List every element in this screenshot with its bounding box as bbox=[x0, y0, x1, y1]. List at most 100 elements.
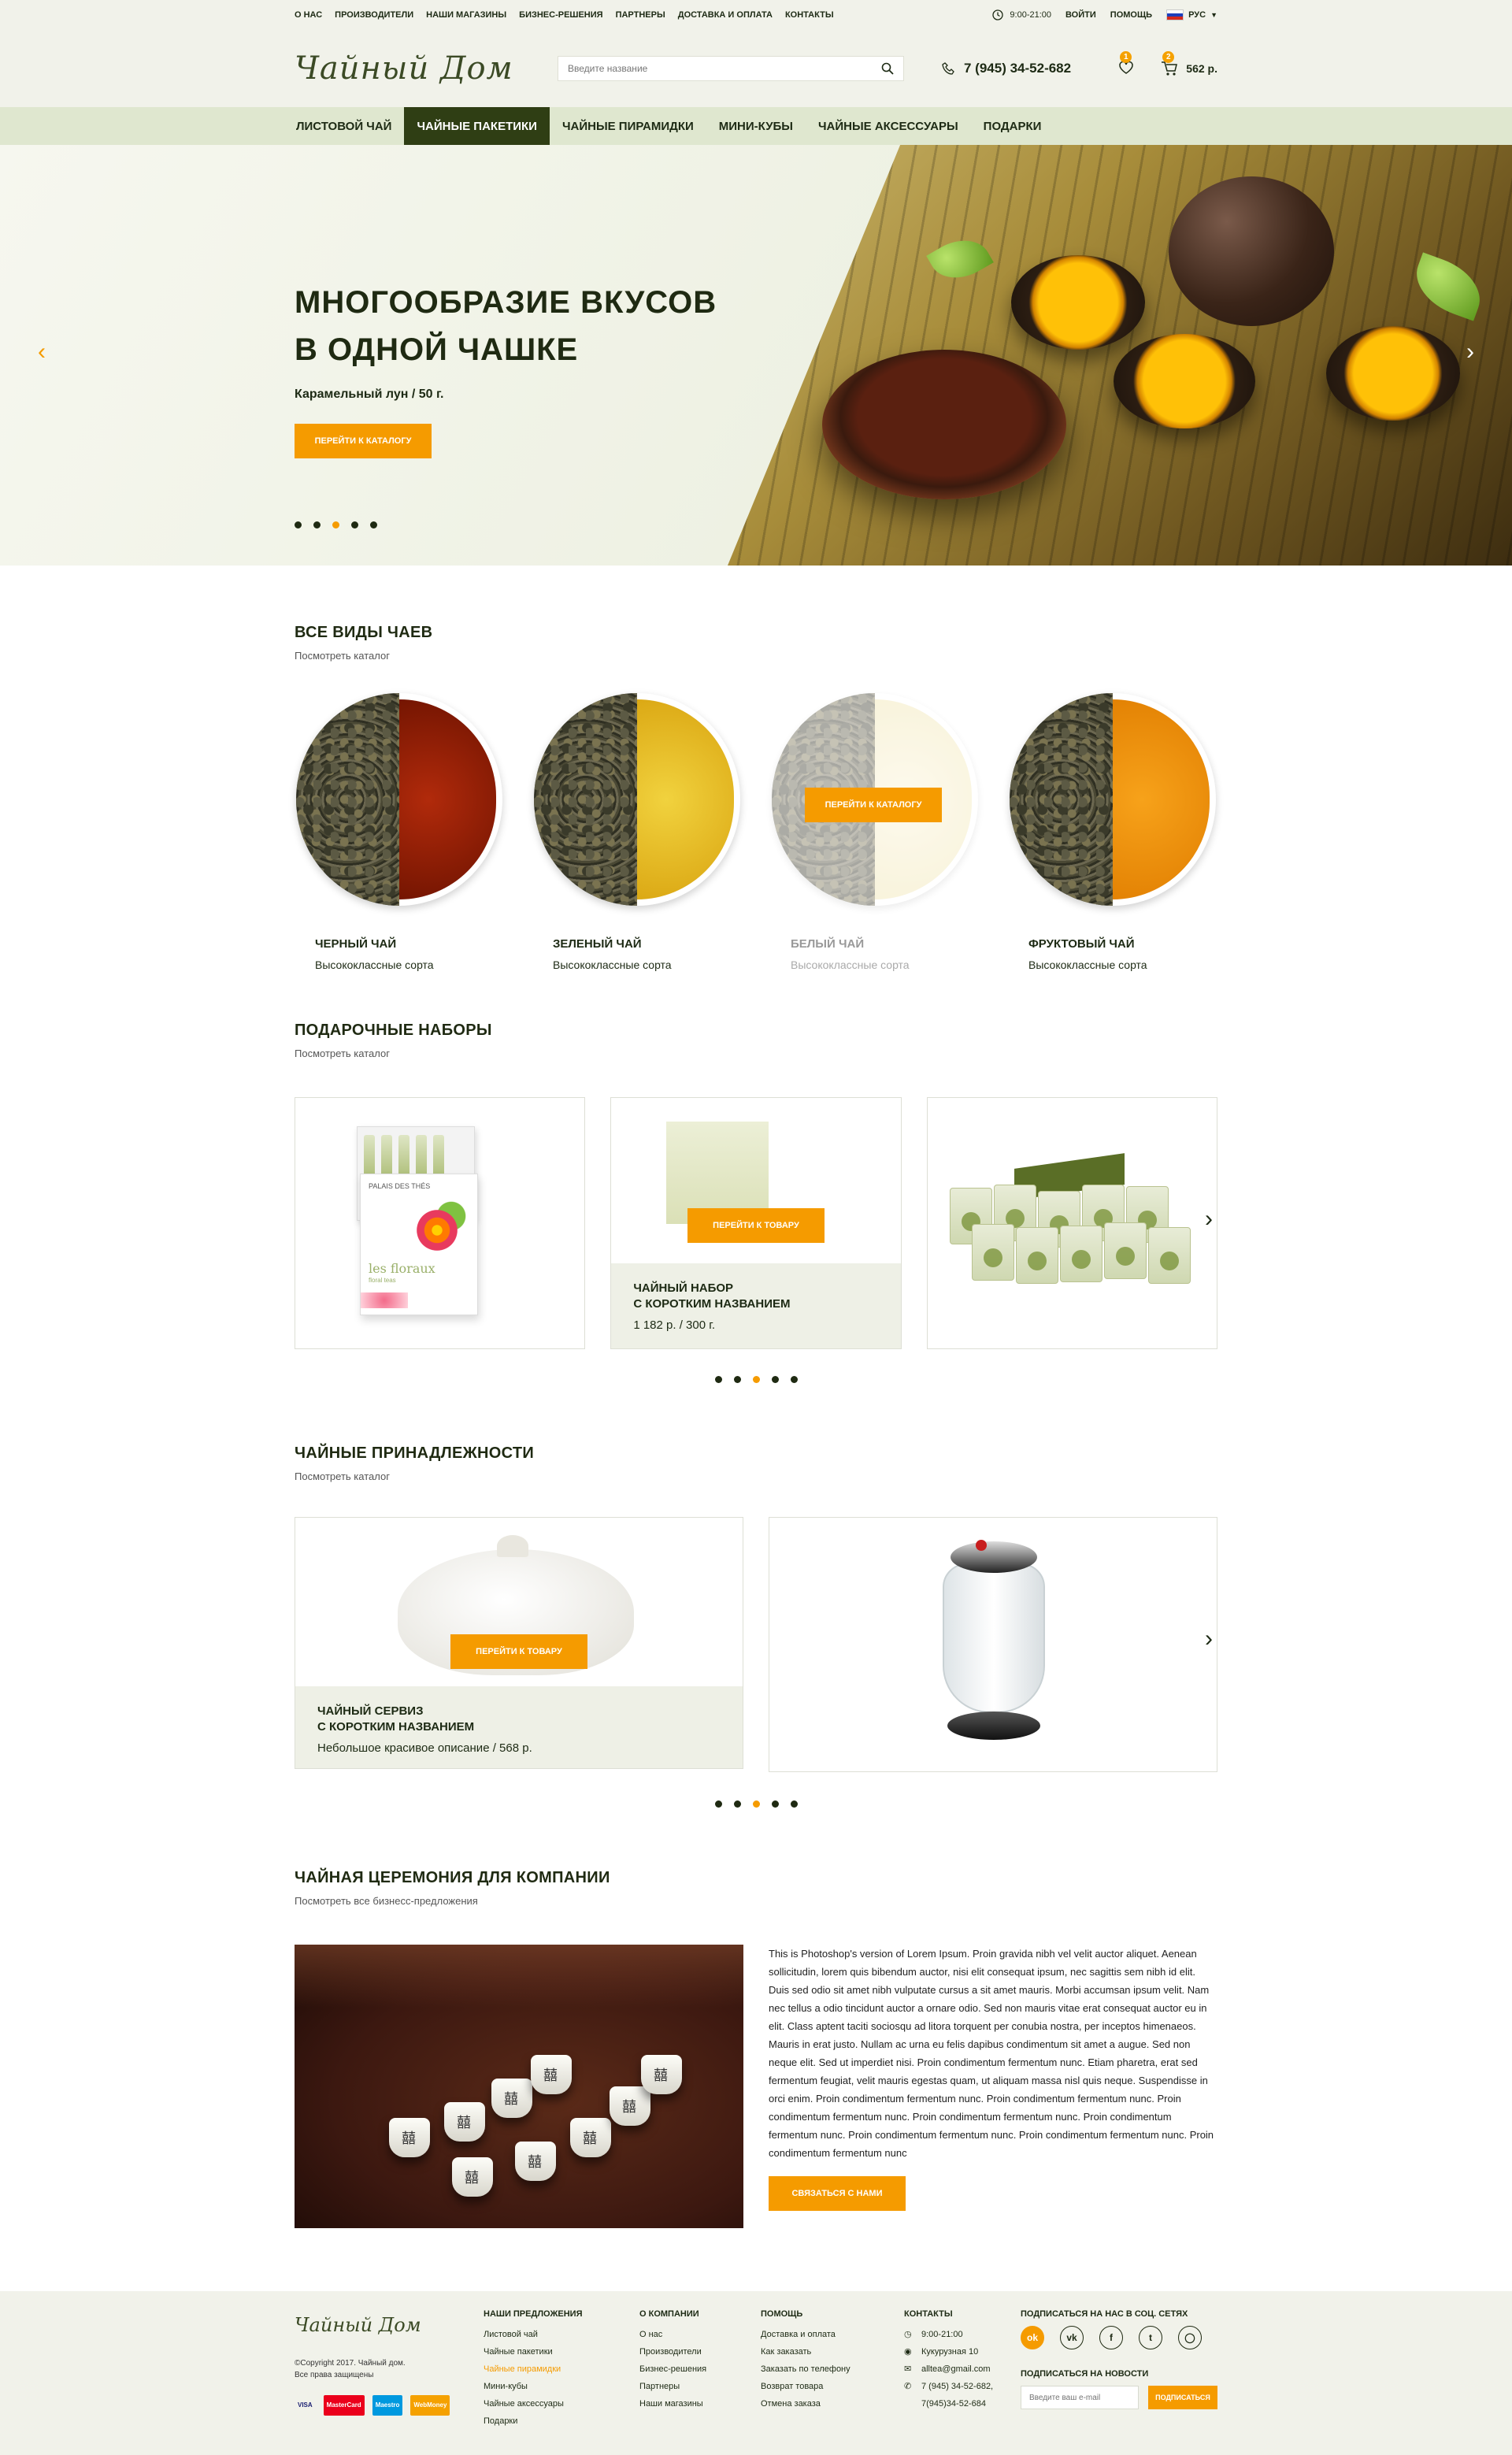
footer-link[interactable]: О нас bbox=[639, 2326, 761, 2343]
slider-dot[interactable] bbox=[733, 1376, 741, 1383]
top-link-contacts[interactable]: КОНТАКТЫ bbox=[785, 10, 834, 20]
vk-icon[interactable]: vk bbox=[1060, 2326, 1084, 2349]
footer-link[interactable]: Подарки bbox=[484, 2412, 639, 2430]
odnoklassniki-icon[interactable]: ok bbox=[1021, 2326, 1044, 2349]
top-link-business[interactable]: БИЗНЕС-РЕШЕНИЯ bbox=[519, 10, 602, 20]
gift-card[interactable]: PALAIS DES THÉS les floraux floral teas bbox=[295, 1097, 586, 1349]
hero-next-arrow-icon[interactable]: › bbox=[1466, 340, 1474, 364]
accessories-next-arrow-icon[interactable]: › bbox=[1205, 1627, 1213, 1651]
box-brand: PALAIS DES THÉS bbox=[369, 1182, 431, 1190]
top-link-partners[interactable]: ПАРТНЕРЫ bbox=[616, 10, 665, 20]
gift-card-featured[interactable]: ПЕРЕЙТИ К ТОВАРУ ЧАЙНЫЙ НАБОР С КОРОТКИМ… bbox=[610, 1097, 902, 1349]
nav-item-tea-bags[interactable]: ЧАЙНЫЕ ПАКЕТИКИ bbox=[404, 107, 550, 145]
nav-item-pyramids[interactable]: ЧАЙНЫЕ ПИРАМИДКИ bbox=[550, 107, 706, 145]
tea-name: ЧЕРНЫЙ ЧАЙ bbox=[315, 937, 397, 951]
section-title: ЧАЙНЫЕ ПРИНАДЛЕЖНОСТИ bbox=[295, 1444, 535, 1462]
tea-catalog-button[interactable]: ПЕРЕЙТИ К КАТАЛОГУ bbox=[805, 788, 942, 822]
contact-email[interactable]: alltea@gmail.com bbox=[921, 2360, 991, 2378]
slider-dot[interactable] bbox=[733, 1800, 741, 1808]
footer-link[interactable]: Мини-кубы bbox=[484, 2378, 639, 2395]
twitter-icon[interactable]: t bbox=[1139, 2326, 1162, 2349]
tea-package bbox=[1103, 1222, 1147, 1279]
slider-dot[interactable] bbox=[714, 1800, 722, 1808]
slider-dot[interactable] bbox=[370, 521, 377, 528]
slider-dot[interactable] bbox=[295, 521, 302, 528]
section-title: ВСЕ ВИДЫ ЧАЕВ bbox=[295, 624, 433, 641]
slider-dot[interactable] bbox=[714, 1376, 722, 1383]
facebook-icon[interactable]: f bbox=[1099, 2326, 1123, 2349]
hero-catalog-button[interactable]: ПЕРЕЙТИ К КАТАЛОГУ bbox=[295, 424, 432, 458]
wishlist-button[interactable]: 1 bbox=[1118, 51, 1134, 76]
top-link-producers[interactable]: ПРОИЗВОДИТЕЛИ bbox=[335, 10, 413, 20]
footer-link[interactable]: Наши магазины bbox=[639, 2395, 761, 2412]
nav-item-accessories[interactable]: ЧАЙНЫЕ АКСЕССУАРЫ bbox=[806, 107, 971, 145]
contact-phone1[interactable]: 7 (945) 34-52-682, bbox=[921, 2382, 993, 2391]
footer-link[interactable]: Доставка и оплата bbox=[761, 2326, 904, 2343]
gift-price: 1 182 р. / 300 г. bbox=[633, 1318, 716, 1332]
search-icon[interactable] bbox=[881, 62, 894, 75]
slider-dot-active[interactable] bbox=[752, 1376, 760, 1383]
header-phone[interactable]: 7 (945) 34-52-682 bbox=[942, 61, 1071, 76]
slider-dot[interactable] bbox=[771, 1376, 779, 1383]
footer-link[interactable]: Возврат товара bbox=[761, 2378, 904, 2395]
tea-card-green[interactable]: ЗЕЛЕНЫЙ ЧАЙ Высококлассные сорта bbox=[532, 693, 745, 971]
accessory-card[interactable] bbox=[769, 1517, 1217, 1772]
footer-link[interactable]: Отмена заказа bbox=[761, 2395, 904, 2412]
footer-link[interactable]: Как заказать bbox=[761, 2343, 904, 2360]
site-logo[interactable]: Чайный Дом bbox=[295, 50, 558, 87]
footer-link[interactable]: Заказать по телефону bbox=[761, 2360, 904, 2378]
catalog-link[interactable]: Посмотреть каталог bbox=[295, 650, 1217, 662]
slider-dot[interactable] bbox=[313, 521, 321, 528]
top-link-delivery[interactable]: ДОСТАВКА И ОПЛАТА bbox=[678, 10, 773, 20]
gift-product-button[interactable]: ПЕРЕЙТИ К ТОВАРУ bbox=[687, 1208, 825, 1243]
accessory-product-button[interactable]: ПЕРЕЙТИ К ТОВАРУ bbox=[450, 1634, 587, 1669]
footer-logo[interactable]: Чайный Дом bbox=[295, 2316, 484, 2334]
contact-us-button[interactable]: СВЯЗАТЬСЯ С НАМИ bbox=[769, 2176, 906, 2211]
footer-link[interactable]: Листовой чай bbox=[484, 2326, 639, 2343]
slider-dot[interactable] bbox=[790, 1376, 798, 1383]
footer-link[interactable]: Производители bbox=[639, 2343, 761, 2360]
teapot-lid bbox=[497, 1535, 528, 1557]
tea-cup bbox=[531, 2055, 572, 2094]
top-link-stores[interactable]: НАШИ МАГАЗИНЫ bbox=[426, 10, 506, 20]
instagram-icon[interactable]: ◯ bbox=[1178, 2326, 1202, 2349]
search-input[interactable] bbox=[568, 63, 881, 74]
footer-link-active[interactable]: Чайные пирамидки bbox=[484, 2360, 639, 2378]
cart-button[interactable]: 2 562 р. bbox=[1161, 51, 1217, 76]
tea-card-black[interactable]: ЧЕРНЫЙ ЧАЙ Высококлассные сорта bbox=[295, 693, 507, 971]
help-link[interactable]: ПОМОЩЬ bbox=[1110, 10, 1152, 20]
slider-dot[interactable] bbox=[790, 1800, 798, 1808]
nav-item-gifts[interactable]: ПОДАРКИ bbox=[971, 107, 1054, 145]
login-link[interactable]: ВОЙТИ bbox=[1065, 10, 1096, 20]
slider-dot[interactable] bbox=[771, 1800, 779, 1808]
teas-section: ВСЕ ВИДЫ ЧАЕВ Посмотреть каталог ЧЕРНЫЙ … bbox=[295, 624, 1217, 971]
business-offers-link[interactable]: Посмотреть все бизнесс-предложения bbox=[295, 1895, 1217, 1907]
hero-prev-arrow-icon[interactable]: ‹ bbox=[38, 340, 46, 364]
language-selector[interactable]: РУС ▼ bbox=[1166, 9, 1217, 20]
tea-ceremony-image bbox=[295, 1945, 743, 2228]
catalog-link[interactable]: Посмотреть каталог bbox=[295, 1048, 1217, 1059]
subscribe-button[interactable]: ПОДПИСАТЬСЯ bbox=[1148, 2386, 1217, 2409]
contact-phone2[interactable]: 7(945)34-52-684 bbox=[921, 2399, 986, 2409]
tea-card-fruit[interactable]: ФРУКТОВЫЙ ЧАЙ Высококлассные сорта bbox=[1008, 693, 1221, 971]
nav-item-mini-cubes[interactable]: МИНИ-КУБЫ bbox=[706, 107, 806, 145]
footer-link[interactable]: Чайные пакетики bbox=[484, 2343, 639, 2360]
footer-link[interactable]: Партнеры bbox=[639, 2378, 761, 2395]
catalog-link[interactable]: Посмотреть каталог bbox=[295, 1470, 1217, 1482]
footer-link[interactable]: Бизнес-решения bbox=[639, 2360, 761, 2378]
nav-item-leaf-tea[interactable]: ЛИСТОВОЙ ЧАЙ bbox=[295, 107, 404, 145]
newsletter-email-input[interactable] bbox=[1021, 2386, 1139, 2409]
tea-name: БЕЛЫЙ ЧАЙ bbox=[791, 937, 865, 951]
slider-dot-active[interactable] bbox=[332, 521, 339, 528]
top-link-about[interactable]: О НАС bbox=[295, 10, 322, 20]
slider-dot-active[interactable] bbox=[752, 1800, 760, 1808]
slider-dot[interactable] bbox=[351, 521, 358, 528]
gift-card[interactable] bbox=[926, 1097, 1217, 1349]
gifts-next-arrow-icon[interactable]: › bbox=[1205, 1207, 1213, 1231]
site-footer: Чайный Дом ©Copyright 2017. Чайный дом. … bbox=[0, 2291, 1512, 2455]
accessory-card-featured[interactable]: ПЕРЕЙТИ К ТОВАРУ ЧАЙНЫЙ СЕРВИЗ С КОРОТКИ… bbox=[295, 1517, 743, 1769]
tea-card-white[interactable]: ПЕРЕЙТИ К КАТАЛОГУ БЕЛЫЙ ЧАЙ Высококласс… bbox=[770, 693, 983, 971]
working-hours: 9:00-21:00 bbox=[992, 9, 1051, 20]
section-title: ПОДАРОЧНЫЕ НАБОРЫ bbox=[295, 1022, 492, 1039]
footer-link[interactable]: Чайные аксессуары bbox=[484, 2395, 639, 2412]
